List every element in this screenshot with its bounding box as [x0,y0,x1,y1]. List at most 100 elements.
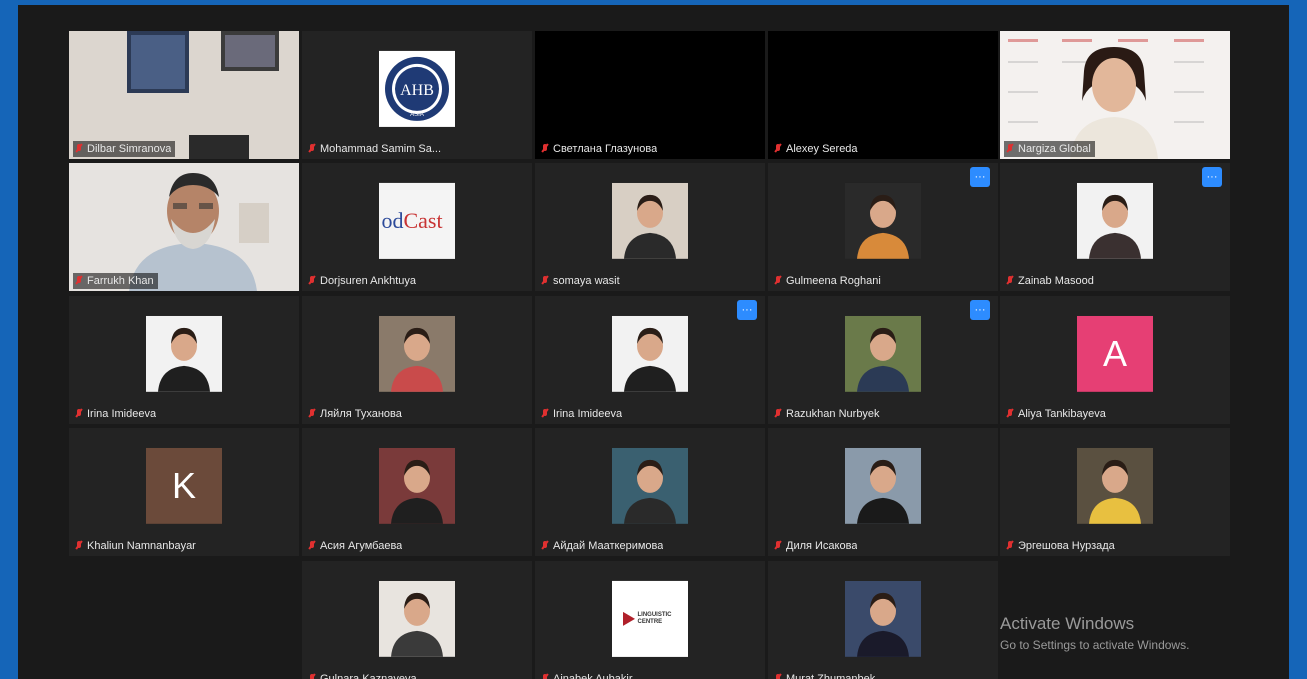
more-options-button[interactable]: ··· [970,167,990,187]
participant-tile[interactable]: K Khaliun Namnanbayar [69,428,299,556]
muted-mic-icon [1006,540,1014,552]
participant-tile[interactable]: Irina Imideeva [69,296,299,424]
participant-name: Dilbar Simranova [87,143,172,155]
participant-name: Айдай Мааткеримова [553,540,664,552]
participant-tile[interactable]: Ляйля Туханова [302,296,532,424]
participant-name: Aliya Tankibayeva [1018,408,1106,420]
participant-logo: LINGUISTIC CENTRE [612,580,688,657]
participant-photo [845,315,921,392]
muted-mic-icon [541,673,549,679]
participant-photo [379,580,455,657]
participant-tile[interactable]: Dilbar Simranova [69,31,299,159]
muted-mic-icon [774,275,782,287]
participant-name: Irina Imideeva [87,408,157,420]
participant-name-bar: Светлана Глазунова [539,141,661,157]
participant-avatar [1077,447,1153,524]
participant-name-bar: Mohammad Samim Sa... [306,141,445,157]
participant-name-bar: Nargiza Global [1004,141,1095,157]
participant-tile[interactable]: somaya wasit [535,163,765,291]
muted-mic-icon [774,143,782,155]
video-feed [69,163,299,291]
participant-name: Zainab Masood [1018,275,1094,287]
participant-name: Farrukh Khan [87,275,154,287]
participant-name-bar: Асия Агумбаева [306,538,406,554]
more-icon: ··· [741,303,753,316]
participant-name: Диля Исакова [786,540,858,552]
participant-tile[interactable]: Асия Агумбаева [302,428,532,556]
participant-tile[interactable]: Murat Zhumanbek [768,561,998,679]
participant-avatar [379,447,455,524]
participant-name: Ainabek Aubakir [553,673,633,679]
muted-mic-icon [774,540,782,552]
participant-tile[interactable]: AHB ASIA Mohammad Samim Sa... [302,31,532,159]
more-options-button[interactable]: ··· [1202,167,1222,187]
participant-tile[interactable]: Farrukh Khan [69,163,299,291]
more-icon: ··· [974,170,986,183]
participant-avatar [612,315,688,392]
participant-avatar [612,182,688,259]
participant-name-bar: Farrukh Khan [73,273,158,289]
more-options-button[interactable]: ··· [737,300,757,320]
participant-name-bar: Alexey Sereda [772,141,862,157]
muted-mic-icon [541,408,549,420]
participant-avatar [612,447,688,524]
watermark-title: Activate Windows [1000,614,1135,633]
muted-mic-icon [75,408,83,420]
participant-name-bar: Эргешова Нурзада [1004,538,1119,554]
participant-tile[interactable]: ··· Irina Imideeva [535,296,765,424]
participant-avatar [146,315,222,392]
participant-tile[interactable]: ··· Gulmeena Roghani [768,163,998,291]
participant-logo: AHB ASIA [379,50,455,127]
organization-logo-icon: AHB ASIA [385,56,449,121]
participant-name-bar: somaya wasit [539,273,624,289]
participant-tile[interactable]: Светлана Глазунова [535,31,765,159]
muted-mic-icon [541,143,549,155]
muted-mic-icon [308,540,316,552]
participant-logo: odCast [379,182,455,259]
participant-name: Khaliun Namnanbayar [87,540,196,552]
letter-avatar: K [146,447,222,524]
muted-mic-icon [308,408,316,420]
participant-tile[interactable]: Alexey Sereda [768,31,998,159]
participant-name: Gulnara Kaznayeva [320,673,417,679]
participant-avatar [845,315,921,392]
muted-mic-icon [75,275,83,287]
participant-tile[interactable]: Nargiza Global [1000,31,1230,159]
participant-name-bar: Dorjsuren Ankhtuya [306,273,420,289]
svg-text:ASIA: ASIA [410,112,424,118]
participant-photo [845,580,921,657]
participant-name-bar: Razukhan Nurbyek [772,406,884,422]
participant-name: Nargiza Global [1018,143,1091,155]
participant-tile[interactable]: ··· Razukhan Nurbyek [768,296,998,424]
participant-name-bar: Айдай Мааткеримова [539,538,667,554]
participant-tile[interactable]: Диля Исакова [768,428,998,556]
more-options-button[interactable]: ··· [970,300,990,320]
participant-name-bar: Zainab Masood [1004,273,1098,289]
participant-tile[interactable]: LINGUISTIC CENTRE Ainabek Aubakir [535,561,765,679]
participant-name: Razukhan Nurbyek [786,408,880,420]
participant-name: Irina Imideeva [553,408,623,420]
participant-photo [379,447,455,524]
participant-name: Murat Zhumanbek [786,673,876,679]
participant-photo [146,315,222,392]
watermark-subtitle: Go to Settings to activate Windows. [1000,638,1190,652]
linguistic-logo-icon [622,611,635,626]
participant-tile[interactable]: Gulnara Kaznayeva [302,561,532,679]
participant-tile[interactable]: ··· Zainab Masood [1000,163,1230,291]
more-icon: ··· [974,303,986,316]
participant-tile[interactable]: odCast Dorjsuren Ankhtuya [302,163,532,291]
participant-photo [1077,182,1153,259]
participant-tile[interactable]: Эргешова Нурзада [1000,428,1230,556]
participant-name: Mohammad Samim Sa... [320,143,442,155]
muted-mic-icon [308,673,316,679]
participant-name-bar: Irina Imideeva [539,406,626,422]
participant-tile[interactable]: Айдай Мааткеримова [535,428,765,556]
participant-name: Асия Агумбаева [320,540,403,552]
svg-text:AHB: AHB [400,82,434,99]
participant-photo [612,315,688,392]
participant-name-bar: Ляйля Туханова [306,406,406,422]
more-icon: ··· [1206,170,1218,183]
participant-name-bar: Murat Zhumanbek [772,671,879,679]
participant-photo [612,447,688,524]
participant-tile[interactable]: A Aliya Tankibayeva [1000,296,1230,424]
